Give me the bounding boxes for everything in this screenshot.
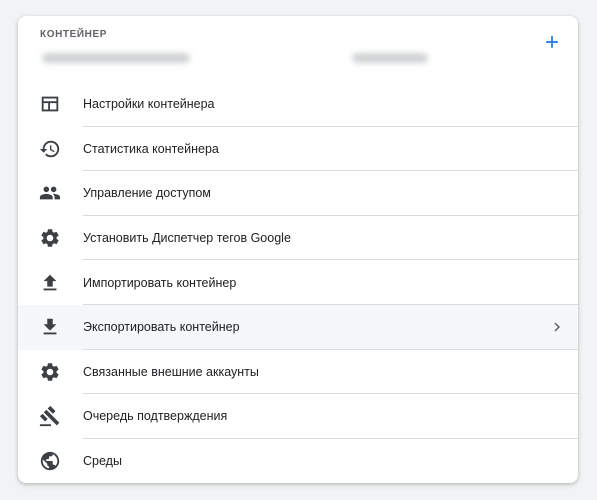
upload-icon — [38, 271, 62, 295]
chevron-right-icon — [548, 318, 566, 336]
menu-item-access-management[interactable]: Управление доступом — [18, 171, 578, 216]
menu-item-label: Среды — [83, 454, 122, 469]
settings-panel-icon — [38, 92, 62, 116]
menu-item-label: Экспортировать контейнер — [83, 320, 240, 335]
menu-item-container-stats[interactable]: Статистика контейнера — [18, 127, 578, 172]
add-container-button[interactable] — [540, 30, 564, 54]
menu-item-label: Управление доступом — [83, 186, 211, 201]
gear-icon — [38, 226, 62, 250]
plus-icon — [546, 36, 558, 48]
section-label: КОНТЕЙНЕР — [40, 29, 108, 40]
globe-icon — [38, 449, 62, 473]
people-icon — [38, 181, 62, 205]
menu-item-label: Установить Диспетчер тегов Google — [83, 231, 291, 246]
gear-icon — [38, 360, 62, 384]
gavel-icon — [38, 404, 62, 428]
menu-item-environments[interactable]: Среды — [18, 439, 578, 483]
container-name-redacted — [42, 53, 190, 63]
menu-item-label: Связанные внешние аккаунты — [83, 364, 259, 379]
history-icon — [38, 137, 62, 161]
container-menu: Настройки контейнера Статистика контейне… — [18, 82, 578, 483]
container-header: КОНТЕЙНЕР — [18, 16, 578, 82]
menu-item-import-container[interactable]: Импортировать контейнер — [18, 260, 578, 305]
menu-item-install-gtm[interactable]: Установить Диспетчер тегов Google — [18, 216, 578, 261]
menu-item-label: Статистика контейнера — [83, 141, 219, 156]
menu-item-label: Настройки контейнера — [83, 97, 215, 112]
menu-item-label: Очередь подтверждения — [83, 409, 228, 424]
menu-item-label: Импортировать контейнер — [83, 275, 237, 290]
menu-item-linked-accounts[interactable]: Связанные внешние аккаунты — [18, 350, 578, 395]
menu-item-container-settings[interactable]: Настройки контейнера — [18, 82, 578, 127]
menu-item-export-container[interactable]: Экспортировать контейнер — [18, 304, 578, 350]
menu-item-approval-queue[interactable]: Очередь подтверждения — [18, 394, 578, 439]
container-id-redacted — [352, 53, 428, 63]
download-icon — [38, 315, 62, 339]
container-panel: КОНТЕЙНЕР Настройки контейнера Статистик… — [18, 16, 578, 483]
